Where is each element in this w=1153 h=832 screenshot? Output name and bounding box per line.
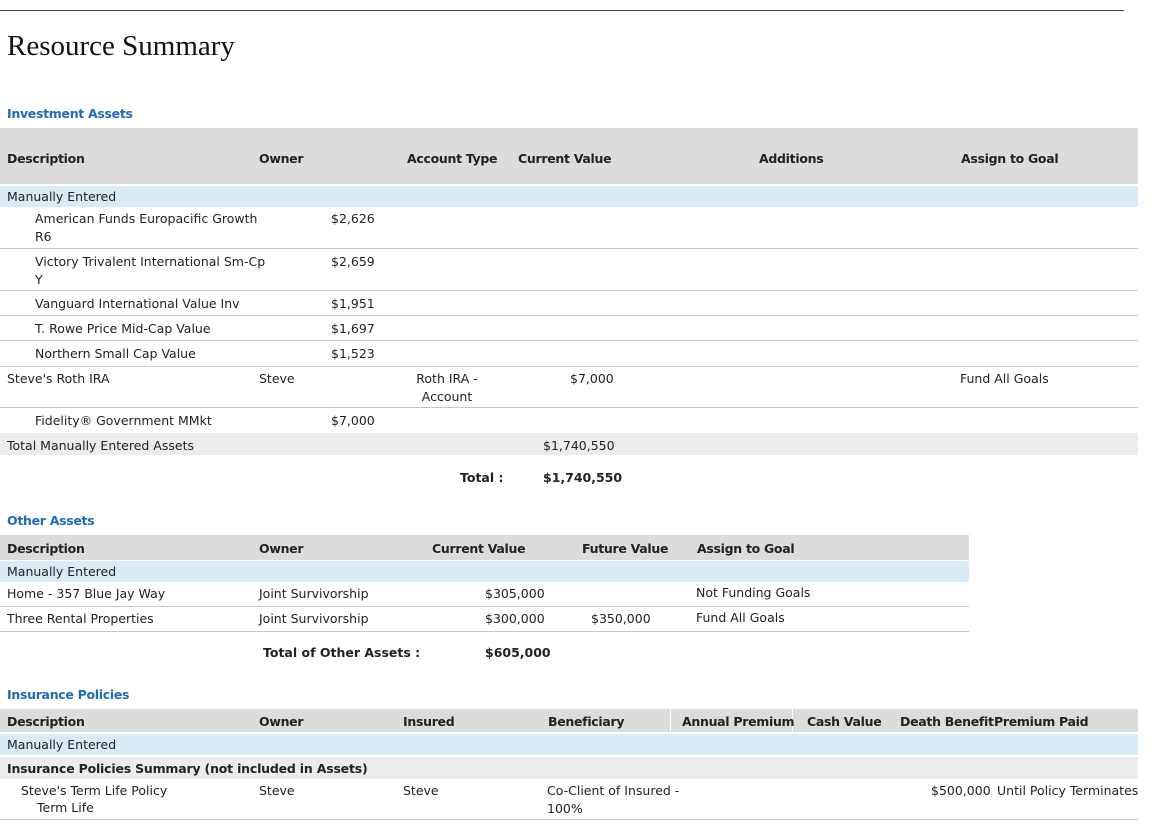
- group-label: Manually Entered: [7, 564, 117, 579]
- other-assets-title: Other Assets: [7, 513, 95, 528]
- grand-total-value: $1,740,550: [543, 470, 623, 485]
- other-owner: Joint Survivorship: [259, 611, 369, 626]
- holding-name: Victory Trivalent International Sm-Cp Y: [35, 254, 266, 287]
- policy-death-benefit: $500,000: [931, 783, 991, 798]
- header-separator: [670, 709, 671, 732]
- other-owner: Joint Survivorship: [259, 586, 369, 601]
- col-current-value: Current Value: [518, 151, 612, 166]
- group-label: Manually Entered: [7, 189, 117, 204]
- holding-name: Northern Small Cap Value: [35, 346, 196, 361]
- holding-value: $1,523: [331, 346, 375, 361]
- policy-type: Term Life: [37, 800, 94, 815]
- other-goal: Not Funding Goals: [696, 585, 811, 600]
- col-description: Description: [7, 151, 85, 166]
- row-divider: [0, 407, 1138, 408]
- col-premium-paid: Premium Paid: [994, 714, 1089, 729]
- holding-value: $7,000: [331, 413, 375, 428]
- policy-name: Steve's Term Life Policy: [21, 783, 168, 798]
- col-owner: Owner: [259, 151, 304, 166]
- other-goal: Fund All Goals: [696, 610, 785, 625]
- holding-name: American Funds Europacific Growth R6: [35, 211, 258, 244]
- account-goal: Fund All Goals: [960, 371, 1049, 386]
- policy-beneficiary: Co-Client of Insured - 100%: [547, 783, 680, 816]
- holding-value: $2,626: [331, 211, 375, 226]
- col-owner: Owner: [259, 714, 304, 729]
- investment-group-bar: [0, 186, 1138, 207]
- other-current-value: $300,000: [485, 611, 545, 626]
- grand-total-label: Total :: [460, 470, 504, 485]
- col-beneficiary: Beneficiary: [548, 714, 625, 729]
- insurance-summary-label: Insurance Policies Summary (not included…: [7, 761, 368, 776]
- group-label: Manually Entered: [7, 737, 117, 752]
- insurance-group-bar: [0, 734, 1138, 755]
- col-death-benefit: Death Benefit: [900, 714, 994, 729]
- row-divider: [0, 248, 1138, 249]
- policy-owner: Steve: [259, 783, 295, 798]
- account-name: Steve's Roth IRA: [7, 371, 110, 386]
- account-current-value: $7,000: [570, 371, 614, 386]
- account-owner: Steve: [259, 371, 295, 386]
- row-divider: [0, 340, 1138, 341]
- total-label: Total Manually Entered Assets: [7, 438, 194, 453]
- col-future-value: Future Value: [582, 541, 669, 556]
- col-account-type: Account Type: [407, 151, 498, 166]
- row-divider: [0, 631, 969, 632]
- col-assign-to-goal: Assign to Goal: [697, 541, 795, 556]
- row-divider: [0, 606, 969, 607]
- other-current-value: $305,000: [485, 586, 545, 601]
- investment-assets-title: Investment Assets: [7, 106, 133, 121]
- holding-value: $1,697: [331, 321, 375, 336]
- col-owner: Owner: [259, 541, 304, 556]
- col-insured: Insured: [403, 714, 455, 729]
- row-divider: [0, 366, 1138, 367]
- col-annual-premium: Annual Premium: [682, 714, 795, 729]
- holding-value: $2,659: [331, 254, 375, 269]
- top-divider: [0, 10, 1124, 11]
- policy-premium-paid: Until Policy Terminates: [997, 783, 1139, 798]
- policy-insured: Steve: [403, 783, 439, 798]
- other-description: Home - 357 Blue Jay Way: [7, 586, 166, 601]
- col-description: Description: [7, 541, 85, 556]
- col-description: Description: [7, 714, 85, 729]
- col-additions: Additions: [759, 151, 824, 166]
- holding-value: $1,951: [331, 296, 375, 311]
- row-divider: [0, 290, 1138, 291]
- account-type: Roth IRA - Account: [416, 371, 478, 404]
- holding-name: Fidelity® Government MMkt: [35, 413, 212, 428]
- insurance-title: Insurance Policies: [7, 687, 130, 702]
- col-cash-value: Cash Value: [807, 714, 882, 729]
- other-group-bar: [0, 561, 969, 582]
- holding-name: Vanguard International Value Inv: [35, 296, 240, 311]
- other-total-value: $605,000: [485, 645, 551, 660]
- row-divider: [0, 819, 1138, 820]
- holding-name: T. Rowe Price Mid-Cap Value: [35, 321, 211, 336]
- other-future-value: $350,000: [591, 611, 651, 626]
- other-description: Three Rental Properties: [7, 611, 154, 626]
- row-divider: [0, 315, 1138, 316]
- total-value: $1,740,550: [543, 438, 615, 453]
- page-title: Resource Summary: [7, 30, 235, 62]
- other-total-label: Total of Other Assets :: [263, 645, 421, 660]
- col-assign-to-goal: Assign to Goal: [961, 151, 1059, 166]
- col-current-value: Current Value: [432, 541, 526, 556]
